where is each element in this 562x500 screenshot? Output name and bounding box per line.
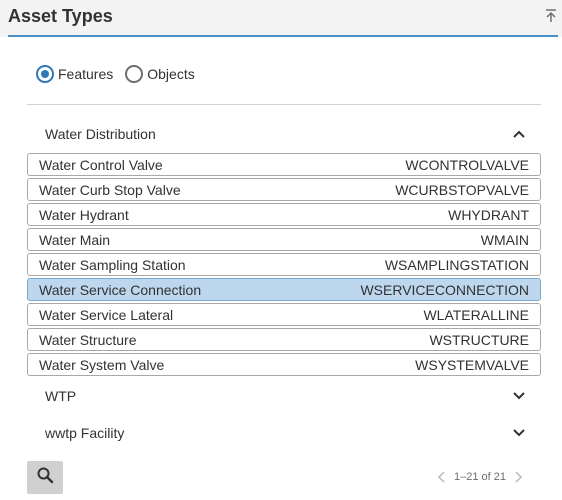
asset-name: Water Main	[39, 231, 111, 248]
asset-name: Water System Valve	[39, 356, 165, 373]
chevron-right-icon[interactable]	[514, 470, 524, 484]
list-item[interactable]: Water Structure WSTRUCTURE	[27, 328, 541, 351]
group-wwtp-facility[interactable]: wwtp Facility	[27, 418, 541, 448]
radio-objects[interactable]: Objects	[125, 65, 195, 83]
group-water-distribution[interactable]: Water Distribution	[27, 119, 541, 149]
radio-features-label: Features	[58, 66, 114, 82]
collapse-panel-icon[interactable]	[544, 8, 558, 24]
radio-objects-indicator[interactable]	[125, 65, 144, 83]
asset-code: WHYDRANT	[448, 206, 529, 223]
radio-features[interactable]: Features	[36, 65, 113, 83]
chevron-left-icon[interactable]	[436, 470, 446, 484]
asset-code: WCURBSTOPVALVE	[395, 181, 529, 198]
group-label: wwtp Facility	[45, 425, 125, 441]
radio-features-indicator[interactable]	[36, 65, 54, 83]
asset-code: WLATERALLINE	[423, 306, 529, 323]
header-underline	[8, 35, 558, 37]
asset-code: WCONTROLVALVE	[405, 156, 529, 173]
group-wtp[interactable]: WTP	[27, 381, 541, 411]
asset-code: WMAIN	[480, 231, 529, 248]
asset-code: WSYSTEMVALVE	[415, 356, 529, 373]
asset-kind-radio-group: Features Objects	[36, 65, 207, 83]
asset-code: WSERVICECONNECTION	[360, 281, 529, 298]
list-item[interactable]: Water Curb Stop Valve WCURBSTOPVALVE	[27, 178, 541, 201]
chevron-down-icon[interactable]	[511, 425, 527, 441]
divider	[27, 104, 541, 105]
list-item[interactable]: Water System Valve WSYSTEMVALVE	[27, 353, 541, 376]
list-item[interactable]: Water Sampling Station WSAMPLINGSTATION	[27, 253, 541, 276]
list-item-selected[interactable]: Water Service Connection WSERVICECONNECT…	[27, 278, 541, 301]
panel-title: Asset Types	[8, 6, 113, 26]
asset-name: Water Control Valve	[39, 156, 163, 173]
search-button[interactable]	[27, 461, 63, 494]
pagination-text: 1–21 of 21	[454, 471, 506, 483]
asset-name: Water Curb Stop Valve	[39, 181, 181, 198]
radio-objects-label: Objects	[147, 66, 195, 82]
search-icon	[36, 466, 54, 489]
chevron-up-icon[interactable]	[511, 126, 527, 142]
list-item[interactable]: Water Control Valve WCONTROLVALVE	[27, 153, 541, 176]
asset-name: Water Service Connection	[39, 281, 202, 298]
asset-name: Water Hydrant	[39, 206, 129, 223]
group-label: Water Distribution	[45, 126, 156, 142]
list-item[interactable]: Water Service Lateral WLATERALLINE	[27, 303, 541, 326]
asset-name: Water Structure	[39, 331, 137, 348]
list-item[interactable]: Water Main WMAIN	[27, 228, 541, 251]
pagination: 1–21 of 21	[428, 470, 532, 484]
group-label: WTP	[45, 388, 77, 404]
list-item[interactable]: Water Hydrant WHYDRANT	[27, 203, 541, 226]
panel-header: Asset Types	[0, 0, 562, 37]
chevron-down-icon[interactable]	[511, 388, 527, 404]
asset-code: WSAMPLINGSTATION	[384, 256, 529, 273]
asset-code: WSTRUCTURE	[429, 331, 529, 348]
asset-type-list: Water Control Valve WCONTROLVALVE Water …	[27, 153, 541, 378]
asset-name: Water Service Lateral	[39, 306, 174, 323]
asset-name: Water Sampling Station	[39, 256, 186, 273]
